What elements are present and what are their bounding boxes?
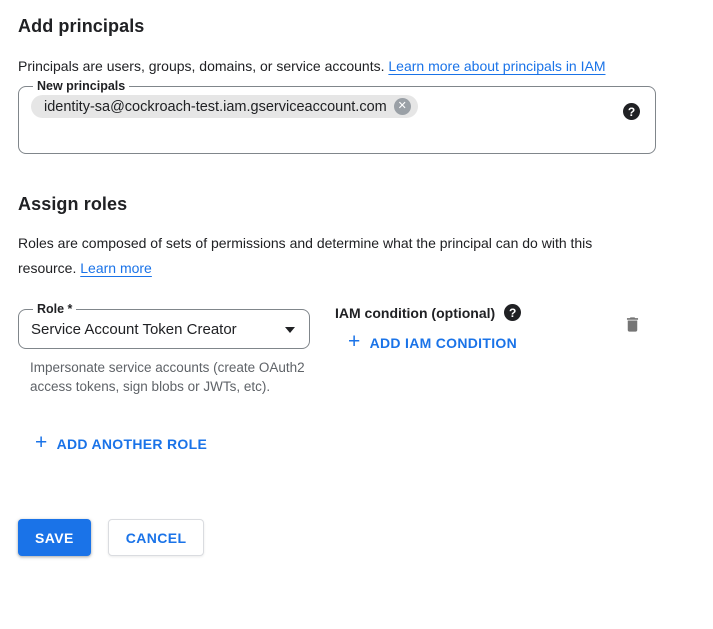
iam-condition-label: IAM condition (optional)	[335, 305, 495, 321]
principal-chip-label: identity-sa@cockroach-test.iam.gservicea…	[44, 99, 387, 115]
delete-role-button[interactable]	[623, 314, 642, 335]
principal-chip[interactable]: identity-sa@cockroach-test.iam.gservicea…	[31, 95, 418, 118]
chevron-down-icon	[285, 327, 295, 333]
role-helper-text: Impersonate service accounts (create OAu…	[30, 358, 308, 396]
role-column: Role * Service Account Token Creator Imp…	[18, 302, 310, 396]
iam-condition-help-icon[interactable]: ?	[504, 304, 521, 321]
role-row: Role * Service Account Token Creator Imp…	[18, 302, 658, 396]
add-another-role-button[interactable]: + ADD ANOTHER ROLE	[35, 436, 207, 452]
principals-description-text: Principals are users, groups, domains, o…	[18, 58, 388, 74]
assign-roles-title: Assign roles	[18, 194, 695, 215]
add-iam-condition-button[interactable]: + ADD IAM CONDITION	[348, 335, 517, 351]
role-label: Role *	[33, 302, 76, 316]
assign-roles-description: Roles are composed of sets of permission…	[18, 231, 626, 281]
add-another-role-label: ADD ANOTHER ROLE	[57, 436, 208, 452]
principals-description: Principals are users, groups, domains, o…	[18, 54, 650, 79]
chip-remove-icon[interactable]: ✕	[394, 98, 411, 115]
principals-help-icon[interactable]: ?	[623, 103, 640, 120]
iam-condition-column: IAM condition (optional) ? + ADD IAM CON…	[335, 302, 521, 354]
role-select[interactable]: Role * Service Account Token Creator	[18, 302, 310, 349]
add-principals-panel: Add principals Principals are users, gro…	[0, 0, 713, 629]
cancel-button[interactable]: CANCEL	[108, 519, 205, 556]
learn-more-principals-link[interactable]: Learn more about principals in IAM	[388, 58, 605, 74]
add-iam-condition-label: ADD IAM CONDITION	[370, 335, 517, 351]
plus-icon: +	[35, 435, 48, 451]
action-buttons: SAVE CANCEL	[18, 519, 695, 556]
role-selected-value: Service Account Token Creator	[31, 321, 237, 338]
save-button[interactable]: SAVE	[18, 519, 91, 556]
new-principals-field[interactable]: New principals identity-sa@cockroach-tes…	[18, 79, 656, 154]
page-title: Add principals	[18, 16, 695, 37]
new-principals-label: New principals	[33, 79, 129, 93]
plus-icon: +	[348, 334, 361, 350]
trash-icon	[623, 314, 642, 335]
learn-more-roles-link[interactable]: Learn more	[80, 260, 152, 276]
